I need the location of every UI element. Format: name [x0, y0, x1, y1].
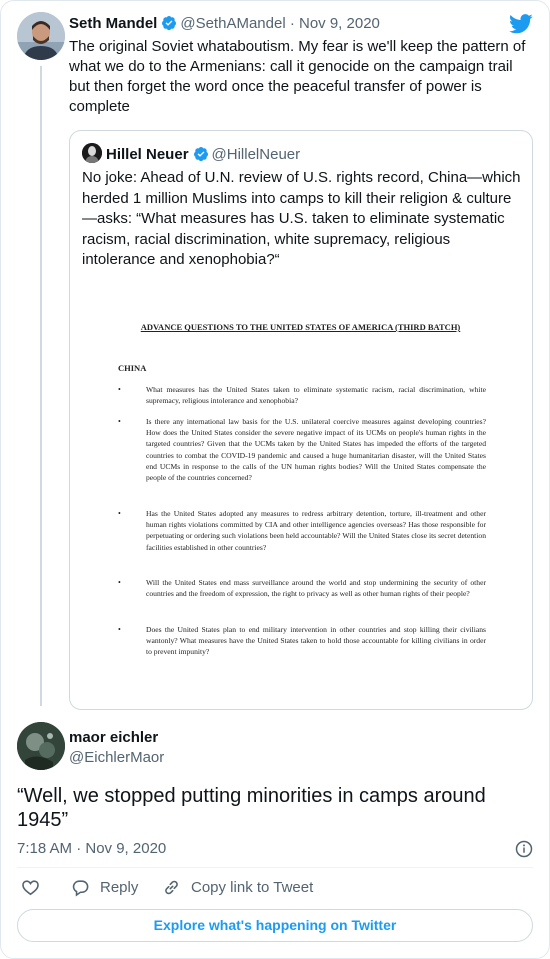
- divider: [17, 867, 533, 868]
- reply-tweet-text: “Well, we stopped putting minorities in …: [17, 785, 486, 831]
- document-image[interactable]: ADVANCE QUESTIONS TO THE UNITED STATES O…: [108, 311, 493, 671]
- author-name[interactable]: Seth Mandel: [69, 15, 157, 32]
- twitter-logo-icon[interactable]: [509, 14, 533, 34]
- like-button[interactable]: [21, 878, 50, 897]
- reply-label: Reply: [100, 879, 139, 896]
- verified-badge-icon: [193, 147, 208, 162]
- hillel-neuer-avatar: [82, 143, 102, 163]
- document-question: • Is there any international law basis f…: [118, 416, 486, 483]
- maor-eichler-avatar[interactable]: [17, 722, 65, 770]
- tweet-actions: Reply Copy link to Tweet: [17, 878, 533, 902]
- bullet: •: [118, 625, 121, 634]
- quoted-tweet-header: Hillel Neuer @HillelNeuer: [82, 143, 300, 163]
- heart-icon: [22, 880, 39, 896]
- document-question: • Will the United States end mass survei…: [118, 577, 486, 599]
- tweet-meta-row: 7:18 AM · Nov 9, 2020: [17, 840, 533, 860]
- document-question-text: Is there any international law basis for…: [146, 417, 486, 483]
- parent-tweet-header: Seth Mandel @SethAMandel · Nov 9, 2020: [69, 15, 380, 32]
- document-question: • Does the United States plan to end mil…: [118, 624, 486, 658]
- tweet-date[interactable]: Nov 9, 2020: [299, 15, 380, 32]
- info-icon[interactable]: [515, 840, 533, 858]
- author-handle[interactable]: @SethAMandel: [180, 15, 285, 32]
- verified-badge-icon: [162, 16, 177, 31]
- parent-tweet-text: The original Soviet whataboutism. My fea…: [69, 38, 526, 115]
- reply-bubble-icon: [72, 880, 89, 897]
- reply-button[interactable]: Reply: [71, 878, 138, 897]
- document-question-text: Does the United States plan to end milit…: [146, 625, 486, 657]
- tweet-timestamp[interactable]: 7:18 AM · Nov 9, 2020: [17, 840, 166, 857]
- bullet: •: [118, 417, 121, 426]
- document-title: ADVANCE QUESTIONS TO THE UNITED STATES O…: [140, 322, 461, 332]
- reply-author-handle[interactable]: @EichlerMaor: [69, 749, 164, 766]
- quoted-author-name: Hillel Neuer: [106, 146, 189, 163]
- document-question-text: What measures has the United States take…: [146, 385, 486, 406]
- quoted-tweet-card[interactable]: Hillel Neuer @HillelNeuer No joke: Ahead …: [69, 130, 533, 710]
- thread-connector-line: [40, 66, 42, 706]
- copy-link-button[interactable]: Copy link to Tweet: [162, 878, 313, 897]
- copy-link-label: Copy link to Tweet: [191, 879, 314, 896]
- bullet: •: [118, 578, 121, 587]
- document-question: • What measures has the United States ta…: [118, 384, 486, 406]
- quoted-tweet-text: No joke: Ahead of U.N. review of U.S. ri…: [82, 169, 521, 268]
- explore-twitter-button[interactable]: Explore what's happening on Twitter: [17, 909, 533, 942]
- document-question: • Has the United States adopted any meas…: [118, 508, 486, 553]
- link-icon: [165, 880, 178, 895]
- document-country: CHINA: [118, 363, 147, 373]
- bullet: •: [118, 385, 121, 394]
- separator-dot: ·: [289, 15, 295, 32]
- document-question-text: Will the United States end mass surveill…: [146, 578, 486, 599]
- document-question-text: Has the United States adopted any measur…: [146, 509, 486, 552]
- quoted-author-handle: @HillelNeuer: [211, 146, 301, 163]
- reply-author-name[interactable]: maor eichler: [69, 729, 158, 746]
- bullet: •: [118, 509, 121, 518]
- seth-mandel-avatar[interactable]: [17, 12, 65, 60]
